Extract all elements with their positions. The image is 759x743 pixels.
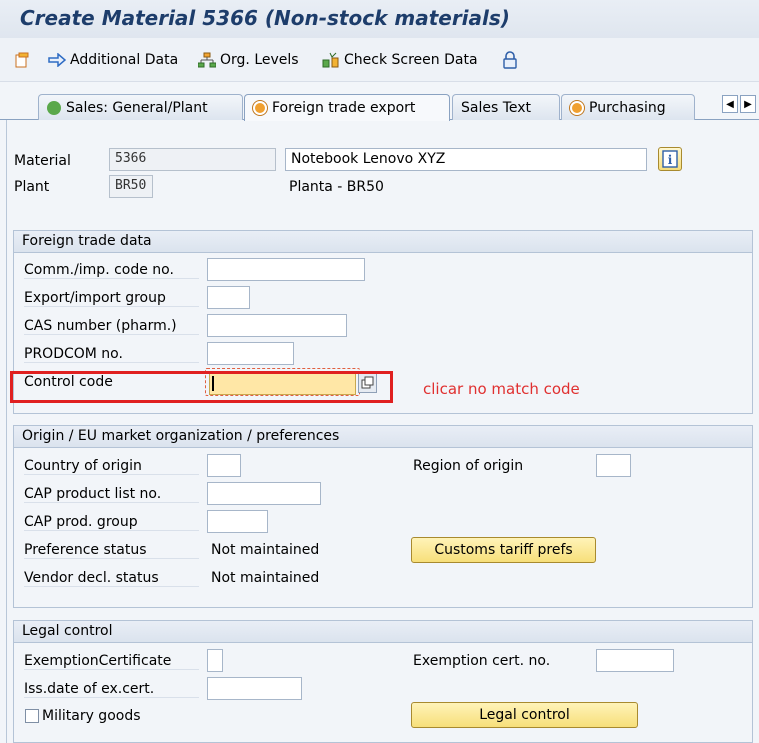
prodcom-input[interactable] (207, 342, 294, 365)
org-levels-button[interactable]: Org. Levels (198, 50, 299, 70)
vendor-decl-status-value: Not maintained (211, 570, 320, 586)
tab-label: Sales Text (461, 99, 532, 116)
plant-code-field: BR50 (109, 175, 153, 198)
iss-date-input[interactable] (207, 677, 302, 700)
tab-label: Foreign trade export (272, 100, 416, 116)
preference-status-label: Preference status (24, 542, 199, 559)
additional-data-label: Additional Data (70, 52, 179, 68)
cap-product-list-label: CAP product list no. (24, 486, 199, 503)
document-icon (15, 52, 29, 68)
plant-description: Planta - BR50 (289, 179, 384, 195)
cap-prod-group-label: CAP prod. group (24, 514, 199, 531)
svg-text:i: i (668, 153, 673, 167)
tab-foreign-trade-export[interactable]: Foreign trade export (244, 94, 450, 121)
create-document-button[interactable] (14, 50, 34, 70)
region-of-origin-input[interactable] (596, 454, 631, 477)
region-of-origin-label: Region of origin (413, 458, 524, 474)
tab-label: Purchasing (589, 99, 666, 116)
lock-icon (503, 51, 517, 69)
exemption-cert-no-input[interactable] (596, 649, 674, 672)
foreign-trade-group-title: Foreign trade data (14, 231, 752, 253)
tab-scroll-right-button[interactable]: ▶ (740, 95, 756, 113)
org-levels-label: Org. Levels (220, 52, 299, 68)
legal-control-group-title: Legal control (14, 621, 752, 643)
additional-data-button[interactable]: Additional Data (48, 50, 178, 70)
comm-imp-code-input[interactable] (207, 258, 365, 281)
military-goods-checkbox[interactable] (25, 709, 39, 723)
exemption-certificate-input[interactable] (207, 649, 223, 672)
window-title: Create Material 5366 (Non-stock material… (20, 6, 510, 30)
info-icon: i (662, 150, 678, 168)
cas-number-label: CAS number (pharm.) (24, 318, 199, 335)
iss-date-label: Iss.date of ex.cert. (24, 681, 199, 698)
cas-number-input[interactable] (207, 314, 347, 337)
country-of-origin-input[interactable] (207, 454, 241, 477)
country-of-origin-label: Country of origin (24, 458, 199, 475)
annotation-highlight-box (10, 371, 393, 403)
legal-control-button[interactable]: Legal control (411, 702, 638, 728)
tab-scroll-left-button[interactable]: ◀ (722, 95, 738, 113)
export-import-group-label: Export/import group (24, 290, 199, 307)
status-icon (570, 100, 584, 115)
prodcom-label: PRODCOM no. (24, 346, 199, 363)
tab-sales-general-plant[interactable]: Sales: General/Plant (38, 94, 243, 120)
customs-tariff-prefs-button[interactable]: Customs tariff prefs (411, 537, 596, 563)
export-import-group-input[interactable] (207, 286, 250, 309)
checked-status-icon (47, 100, 61, 115)
material-label: Material (14, 153, 71, 169)
cap-product-list-input[interactable] (207, 482, 321, 505)
tab-sales-text[interactable]: Sales Text (452, 94, 560, 120)
exemption-cert-no-label: Exemption cert. no. (413, 653, 551, 669)
exemption-certificate-label: ExemptionCertificate (24, 653, 199, 670)
check-data-icon (322, 52, 339, 68)
arrow-right-icon (48, 53, 66, 67)
material-number-field: 5366 (109, 148, 276, 171)
origin-group-title: Origin / EU market organization / prefer… (14, 426, 752, 448)
plant-label: Plant (14, 179, 50, 195)
org-hierarchy-icon (198, 52, 216, 68)
info-button[interactable]: i (658, 147, 682, 171)
cap-prod-group-input[interactable] (207, 510, 268, 533)
check-screen-data-button[interactable]: Check Screen Data (322, 50, 478, 70)
preference-status-value: Not maintained (211, 542, 320, 558)
material-description-field[interactable]: Notebook Lenovo XYZ (285, 148, 647, 171)
lock-button[interactable] (502, 50, 522, 70)
tab-purchasing[interactable]: Purchasing (561, 94, 695, 120)
tab-label: Sales: General/Plant (66, 99, 208, 116)
status-icon (253, 101, 267, 115)
annotation-text: clicar no match code (423, 380, 580, 398)
military-goods-label: Military goods (42, 708, 141, 724)
comm-imp-code-label: Comm./imp. code no. (24, 262, 199, 279)
check-screen-data-label: Check Screen Data (344, 52, 478, 68)
vendor-decl-status-label: Vendor decl. status (24, 570, 199, 587)
